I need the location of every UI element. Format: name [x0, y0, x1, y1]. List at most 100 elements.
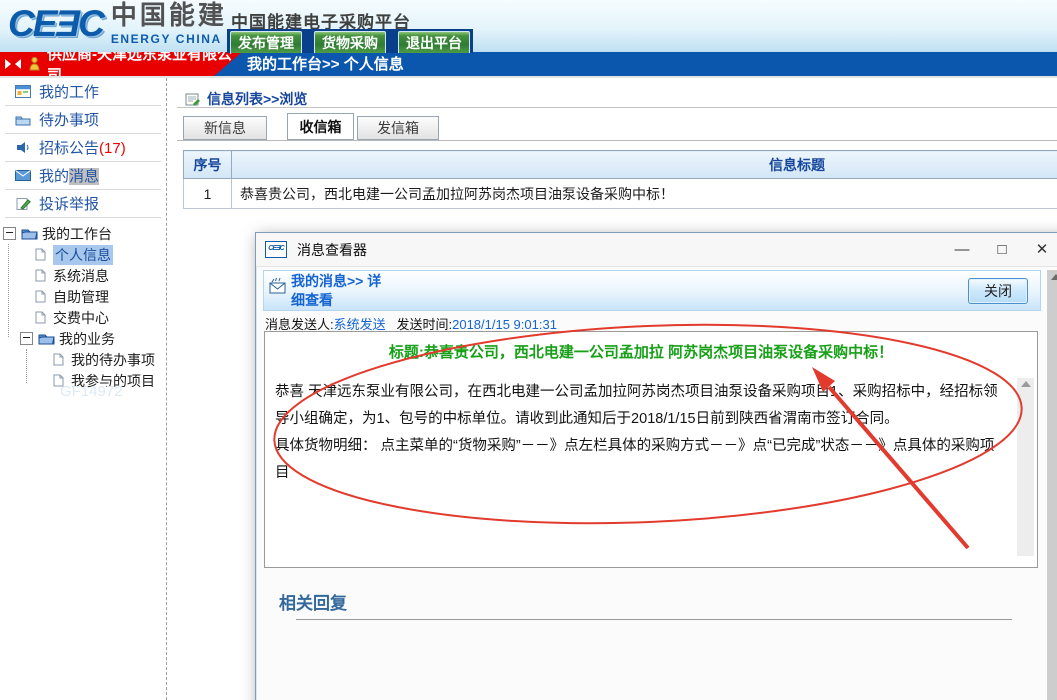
tree-node-label: 自助管理: [53, 287, 109, 307]
sidebar-item-label: 招标公告: [39, 140, 99, 157]
section-title: 信息列表>>浏览: [183, 89, 307, 109]
tree-node-label: 我的业务: [59, 329, 115, 349]
modal-scrollbar[interactable]: [1047, 270, 1057, 700]
sender-label: 消息发送人:: [265, 317, 334, 332]
tree-page-icon: [31, 248, 49, 261]
divider: [177, 107, 1057, 108]
ceec-logo-icon: CEƎC: [8, 3, 103, 45]
message-section-title: 我的消息>> 详细查看: [291, 272, 391, 310]
collapse-minus-icon[interactable]: [3, 227, 16, 240]
logo-en-text: ENERGY CHINA: [111, 32, 227, 46]
logo-cn-text: 中国能建: [111, 2, 227, 29]
highlighted-text: 消息: [69, 168, 99, 185]
tree-node-personal-info[interactable]: 个人信息: [0, 244, 166, 265]
ceec-window-icon: CEƎC: [265, 241, 287, 258]
tree-node-workbench[interactable]: 我的工作台: [0, 223, 166, 244]
window-title: 消息查看器: [297, 240, 367, 260]
tree-node-label: 我的待办事项: [71, 350, 155, 370]
sidebar-item-label: 投诉举报: [39, 193, 99, 214]
window-body: 我的消息>> 详细查看 关闭 消息发送人:系统发送 发送时间:2018/1/15…: [256, 267, 1057, 700]
scroll-up-icon[interactable]: [1051, 274, 1057, 280]
tree-node-label: 系统消息: [53, 266, 109, 286]
message-paragraph: 具体货物明细： 点主菜单的“货物采购”－－》点左栏具体的采购方式－－》点“已完成…: [275, 433, 1003, 487]
message-section-header: 我的消息>> 详细查看 关闭: [263, 270, 1041, 311]
close-button[interactable]: 关闭: [968, 278, 1028, 304]
sidebar: 我的工作 待办事项 招标公告(17) 我的消息 投诉举报: [0, 78, 167, 700]
sidebar-item-label: 我的工作: [39, 81, 99, 102]
table-header-row: 序号 信息标题: [184, 151, 1057, 179]
work-icon: [14, 85, 32, 98]
message-content-box: 标题:恭喜贵公司，西北电建一公司孟加拉 阿苏岗杰项目油泵设备采购中标！ 恭喜 天…: [264, 331, 1038, 568]
collapse-minus-icon[interactable]: [20, 332, 33, 345]
tree-node-payment-center[interactable]: 交费中心: [0, 307, 166, 328]
speaker-icon: [14, 141, 32, 154]
tree-page-icon: [31, 311, 49, 324]
brand-logo: CEƎC 中国能建 ENERGY CHINA: [8, 2, 227, 46]
divider: [296, 619, 1012, 620]
tree-folder-icon: [20, 228, 38, 240]
message-body: 恭喜 天津远东泵业有限公司，在西北电建一公司孟加拉阿苏岗杰项目油泵设备采购项目1…: [275, 379, 1003, 487]
collapse-left-icon[interactable]: [15, 59, 21, 69]
sidebar-item-my-messages[interactable]: 我的消息: [5, 162, 161, 190]
collapse-right-icon[interactable]: [5, 59, 11, 69]
supplier-banner: 供应商-天津远东泵业有限公司: [0, 52, 242, 76]
app-window: CEƎC 中国能建 ENERGY CHINA 中国能建电子采购平台 发布管理 货…: [0, 0, 1057, 700]
user-icon: [25, 57, 43, 71]
breadcrumb: 我的工作台>> 个人信息: [247, 52, 404, 76]
window-titlebar[interactable]: CEƎC 消息查看器 — □ ✕: [256, 233, 1057, 267]
mail-rays-icon: [269, 277, 289, 300]
main-nav: 发布管理 货物采购 退出平台: [227, 29, 473, 53]
close-icon[interactable]: ✕: [1022, 233, 1057, 266]
col-header-no: 序号: [184, 151, 232, 179]
sidebar-item-my-work[interactable]: 我的工作: [5, 78, 161, 106]
tab-outbox[interactable]: 发信箱: [357, 116, 439, 140]
nav-tab-goods[interactable]: 货物采购: [314, 31, 386, 53]
nav-tab-exit[interactable]: 退出平台: [398, 31, 470, 53]
tree-node-my-pending[interactable]: 我的待办事项: [0, 349, 166, 370]
message-paragraph: 恭喜 天津远东泵业有限公司，在西北电建一公司孟加拉阿苏岗杰项目油泵设备采购项目1…: [275, 379, 1003, 433]
divider: [177, 140, 1057, 141]
minimize-icon[interactable]: —: [942, 233, 982, 266]
tree-page-icon: [31, 290, 49, 303]
tree-node-label: 我的工作台: [42, 224, 112, 244]
tree-node-self-service[interactable]: 自助管理: [0, 286, 166, 307]
nav-tab-publish[interactable]: 发布管理: [230, 31, 302, 53]
col-header-title: 信息标题: [232, 151, 1057, 179]
sidebar-item-label: 我的: [39, 168, 69, 185]
tree-page-icon: [31, 269, 49, 282]
notepad-icon: [183, 92, 201, 106]
sidebar-item-complaint[interactable]: 投诉举报: [5, 190, 161, 218]
workbench-tree: 我的工作台 个人信息 系统消息: [0, 223, 166, 391]
folder-icon: [14, 114, 32, 126]
sidebar-item-todo[interactable]: 待办事项: [5, 106, 161, 134]
tree-folder-icon: [37, 333, 55, 345]
pen-report-icon: [14, 197, 32, 210]
replies-title: 相关回复: [279, 589, 347, 614]
header: CEƎC 中国能建 ENERGY CHINA 中国能建电子采购平台 发布管理 货…: [0, 0, 1057, 52]
tree-node-my-business[interactable]: 我的业务: [0, 328, 166, 349]
maximize-icon[interactable]: □: [982, 233, 1022, 266]
cell-row-no: 1: [184, 179, 232, 209]
tree-node-label-selected: 个人信息: [53, 245, 113, 265]
message-viewer-window: CEƎC 消息查看器 — □ ✕ 我的消息>> 详细查看 关闭 消息发送人:系统…: [255, 232, 1057, 700]
message-tabs: 新信息 收信箱 发信箱: [183, 113, 683, 141]
sidebar-item-tender-notice[interactable]: 招标公告(17): [5, 134, 161, 162]
message-table: 序号 信息标题 1 恭喜贵公司，西北电建一公司孟加拉阿苏岗杰项目油泵设备采购中标…: [183, 150, 1057, 209]
watermark: GF14972: [60, 383, 123, 400]
time-label: 发送时间:: [396, 317, 452, 332]
time-value: 2018/1/15 9:01:31: [452, 317, 557, 332]
cell-message-title[interactable]: 恭喜贵公司，西北电建一公司孟加拉阿苏岗杰项目油泵设备采购中标！: [232, 179, 1057, 209]
inner-scrollbar[interactable]: [1017, 378, 1034, 556]
tree-node-system-messages[interactable]: 系统消息: [0, 265, 166, 286]
scroll-up-icon[interactable]: [1021, 381, 1031, 387]
tab-inbox-active[interactable]: 收信箱: [287, 113, 354, 140]
sidebar-item-label: 待办事项: [39, 109, 99, 130]
unread-count-badge: (17): [99, 140, 126, 157]
sender-value: 系统发送: [334, 317, 386, 332]
tree-page-icon: [49, 353, 67, 366]
tree-node-label: 交费中心: [53, 308, 109, 328]
message-title: 标题:恭喜贵公司，西北电建一公司孟加拉 阿苏岗杰项目油泵设备采购中标！: [275, 341, 1007, 362]
tab-new-messages[interactable]: 新信息: [183, 116, 267, 140]
mail-icon: [14, 170, 32, 181]
table-row[interactable]: 1 恭喜贵公司，西北电建一公司孟加拉阿苏岗杰项目油泵设备采购中标！: [184, 179, 1057, 209]
